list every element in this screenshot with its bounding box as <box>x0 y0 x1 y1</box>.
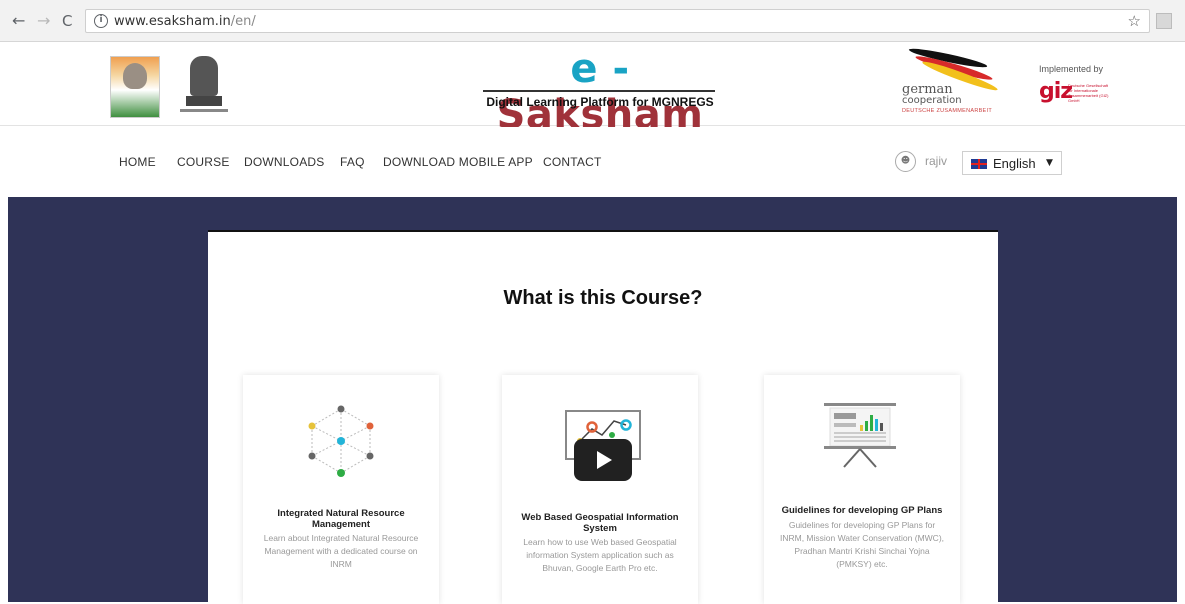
presentation-board-icon <box>824 403 896 468</box>
german-cooperation-logo: german cooperation DEUTSCHE ZUSAMMENARBE… <box>896 45 1006 120</box>
brand-title[interactable]: e - Saksham <box>470 46 730 138</box>
caret-down-icon: ▼ <box>1046 158 1053 168</box>
main-nav: HOME COURSE DOWNLOADS FAQ DOWNLOAD MOBIL… <box>0 127 1185 197</box>
nav-download-mobile-app[interactable]: DOWNLOAD MOBILE APP <box>383 155 533 169</box>
browser-toolbar: ← → C i www.esaksham.in/en/ ☆ <box>0 0 1185 42</box>
giz-fullname: Deutsche Gesellschaft für Internationale… <box>1068 83 1109 103</box>
course-card-inrm[interactable]: Integrated Natural Resource Management L… <box>243 375 439 604</box>
url-path: /en/ <box>230 14 256 29</box>
uk-flag-icon <box>971 159 987 169</box>
nav-home[interactable]: HOME <box>119 155 156 169</box>
card-title: Web Based Geospatial Information System <box>521 512 679 534</box>
brand-underline <box>483 90 715 92</box>
back-arrow-icon[interactable]: ← <box>12 12 25 30</box>
video-thumbnail <box>565 410 641 481</box>
user-icon[interactable]: ☻ <box>895 151 916 172</box>
forward-arrow-icon[interactable]: → <box>37 12 50 30</box>
section-title: What is this Course? <box>503 287 703 309</box>
course-card-gp-plans[interactable]: Guidelines for developing GP Plans Guide… <box>764 375 960 604</box>
url-host: www.esaksham.in <box>114 14 231 29</box>
user-name[interactable]: rajiv <box>925 154 947 168</box>
address-bar[interactable]: i www.esaksham.in/en/ ☆ <box>85 9 1150 33</box>
german-line2: cooperation <box>902 95 962 106</box>
brand-subtitle: Digital Learning Platform for MGNREGS <box>486 95 714 109</box>
national-emblem-logo <box>180 52 228 118</box>
german-line3: DEUTSCHE ZUSAMMENARBEIT <box>902 108 993 114</box>
card-title: Integrated Natural Resource Management <box>277 508 405 530</box>
star-icon[interactable]: ☆ <box>1128 12 1141 30</box>
nav-course[interactable]: COURSE <box>177 155 230 169</box>
course-panel: What is this Course? Integrated Natural … <box>208 230 998 604</box>
language-select[interactable]: English ▼ <box>962 151 1062 175</box>
card-description: Learn about Integrated Natural Resource … <box>263 533 419 569</box>
nav-contact[interactable]: CONTACT <box>543 155 602 169</box>
network-cube-icon <box>308 405 374 477</box>
info-icon[interactable]: i <box>94 14 108 28</box>
course-card-gis[interactable]: Web Based Geospatial Information System … <box>502 375 698 604</box>
brand-e: e - <box>570 46 630 92</box>
extension-icon[interactable] <box>1156 13 1172 29</box>
nav-downloads[interactable]: DOWNLOADS <box>244 155 324 169</box>
card-description: Learn how to use Web based Geospatial in… <box>523 537 677 573</box>
reload-icon[interactable]: C <box>62 12 72 30</box>
url-text[interactable]: www.esaksham.in/en/ <box>114 14 256 29</box>
implemented-by-label: Implemented by <box>1039 64 1104 74</box>
nav-faq[interactable]: FAQ <box>340 155 365 169</box>
mgnrega-logo <box>110 56 160 118</box>
card-title: Guidelines for developing GP Plans <box>781 505 943 516</box>
language-label: English <box>993 156 1036 171</box>
card-description: Guidelines for developing GP Plans for I… <box>779 520 945 569</box>
